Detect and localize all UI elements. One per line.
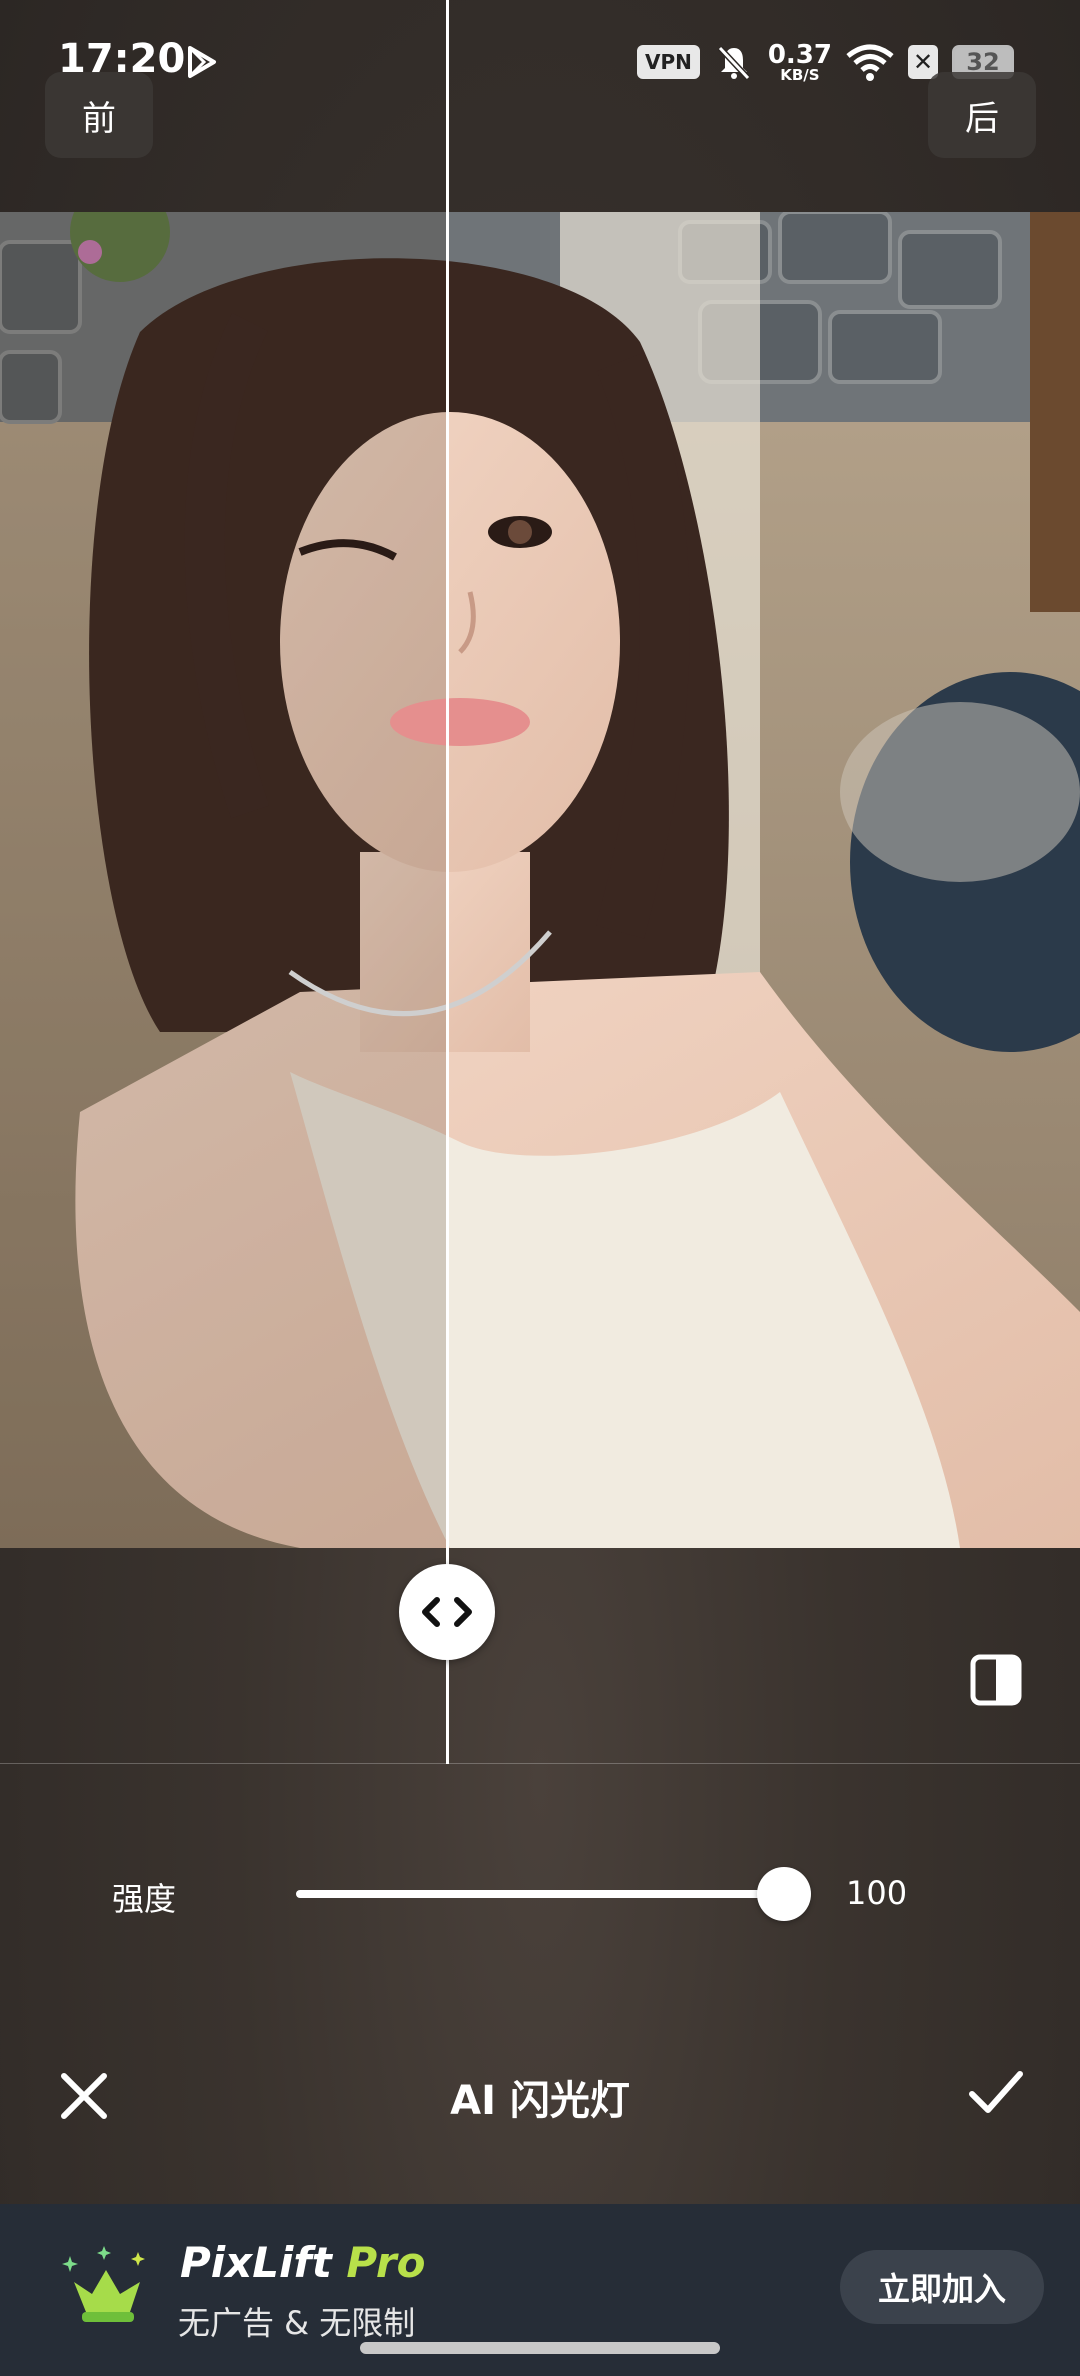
tool-title: AI 闪光灯 <box>450 2078 630 2124</box>
intensity-value: 100 <box>846 1874 908 1912</box>
photo-preview[interactable] <box>0 212 1080 1548</box>
intensity-slider-thumb[interactable] <box>757 1867 811 1921</box>
pro-brand: PixLift Pro <box>180 2238 426 2287</box>
intensity-label: 强度 <box>112 1880 177 1918</box>
crown-icon <box>62 2246 145 2322</box>
play-store-icon <box>188 46 216 78</box>
intensity-slider-track[interactable] <box>296 1890 784 1898</box>
join-now-button[interactable]: 立即加入 <box>840 2250 1044 2324</box>
vpn-badge: VPN <box>636 45 700 79</box>
network-speed: 0.37 KB/S <box>767 39 832 84</box>
compare-divider[interactable] <box>446 0 449 1764</box>
home-indicator[interactable] <box>360 2342 720 2354</box>
chevron-left-right-icon <box>422 1597 472 1627</box>
check-icon[interactable] <box>966 2062 1026 2122</box>
compare-handle[interactable] <box>399 1564 495 1660</box>
before-button[interactable]: 前 <box>45 72 153 158</box>
after-button[interactable]: 后 <box>928 72 1036 158</box>
mute-icon <box>717 45 751 81</box>
status-bar: 17:20 VPN 0.37 KB/S ✕ 32 <box>0 0 1080 120</box>
wifi-icon <box>846 44 894 81</box>
screen: 17:20 VPN 0.37 KB/S ✕ 32 前 后 强度 100 AI 闪… <box>0 0 1080 2376</box>
no-sim-icon: ✕ <box>908 45 938 79</box>
split-view-icon[interactable] <box>970 1654 1022 1706</box>
separator <box>0 1763 1080 1764</box>
pro-subtitle: 无广告 & 无限制 <box>178 2304 416 2342</box>
